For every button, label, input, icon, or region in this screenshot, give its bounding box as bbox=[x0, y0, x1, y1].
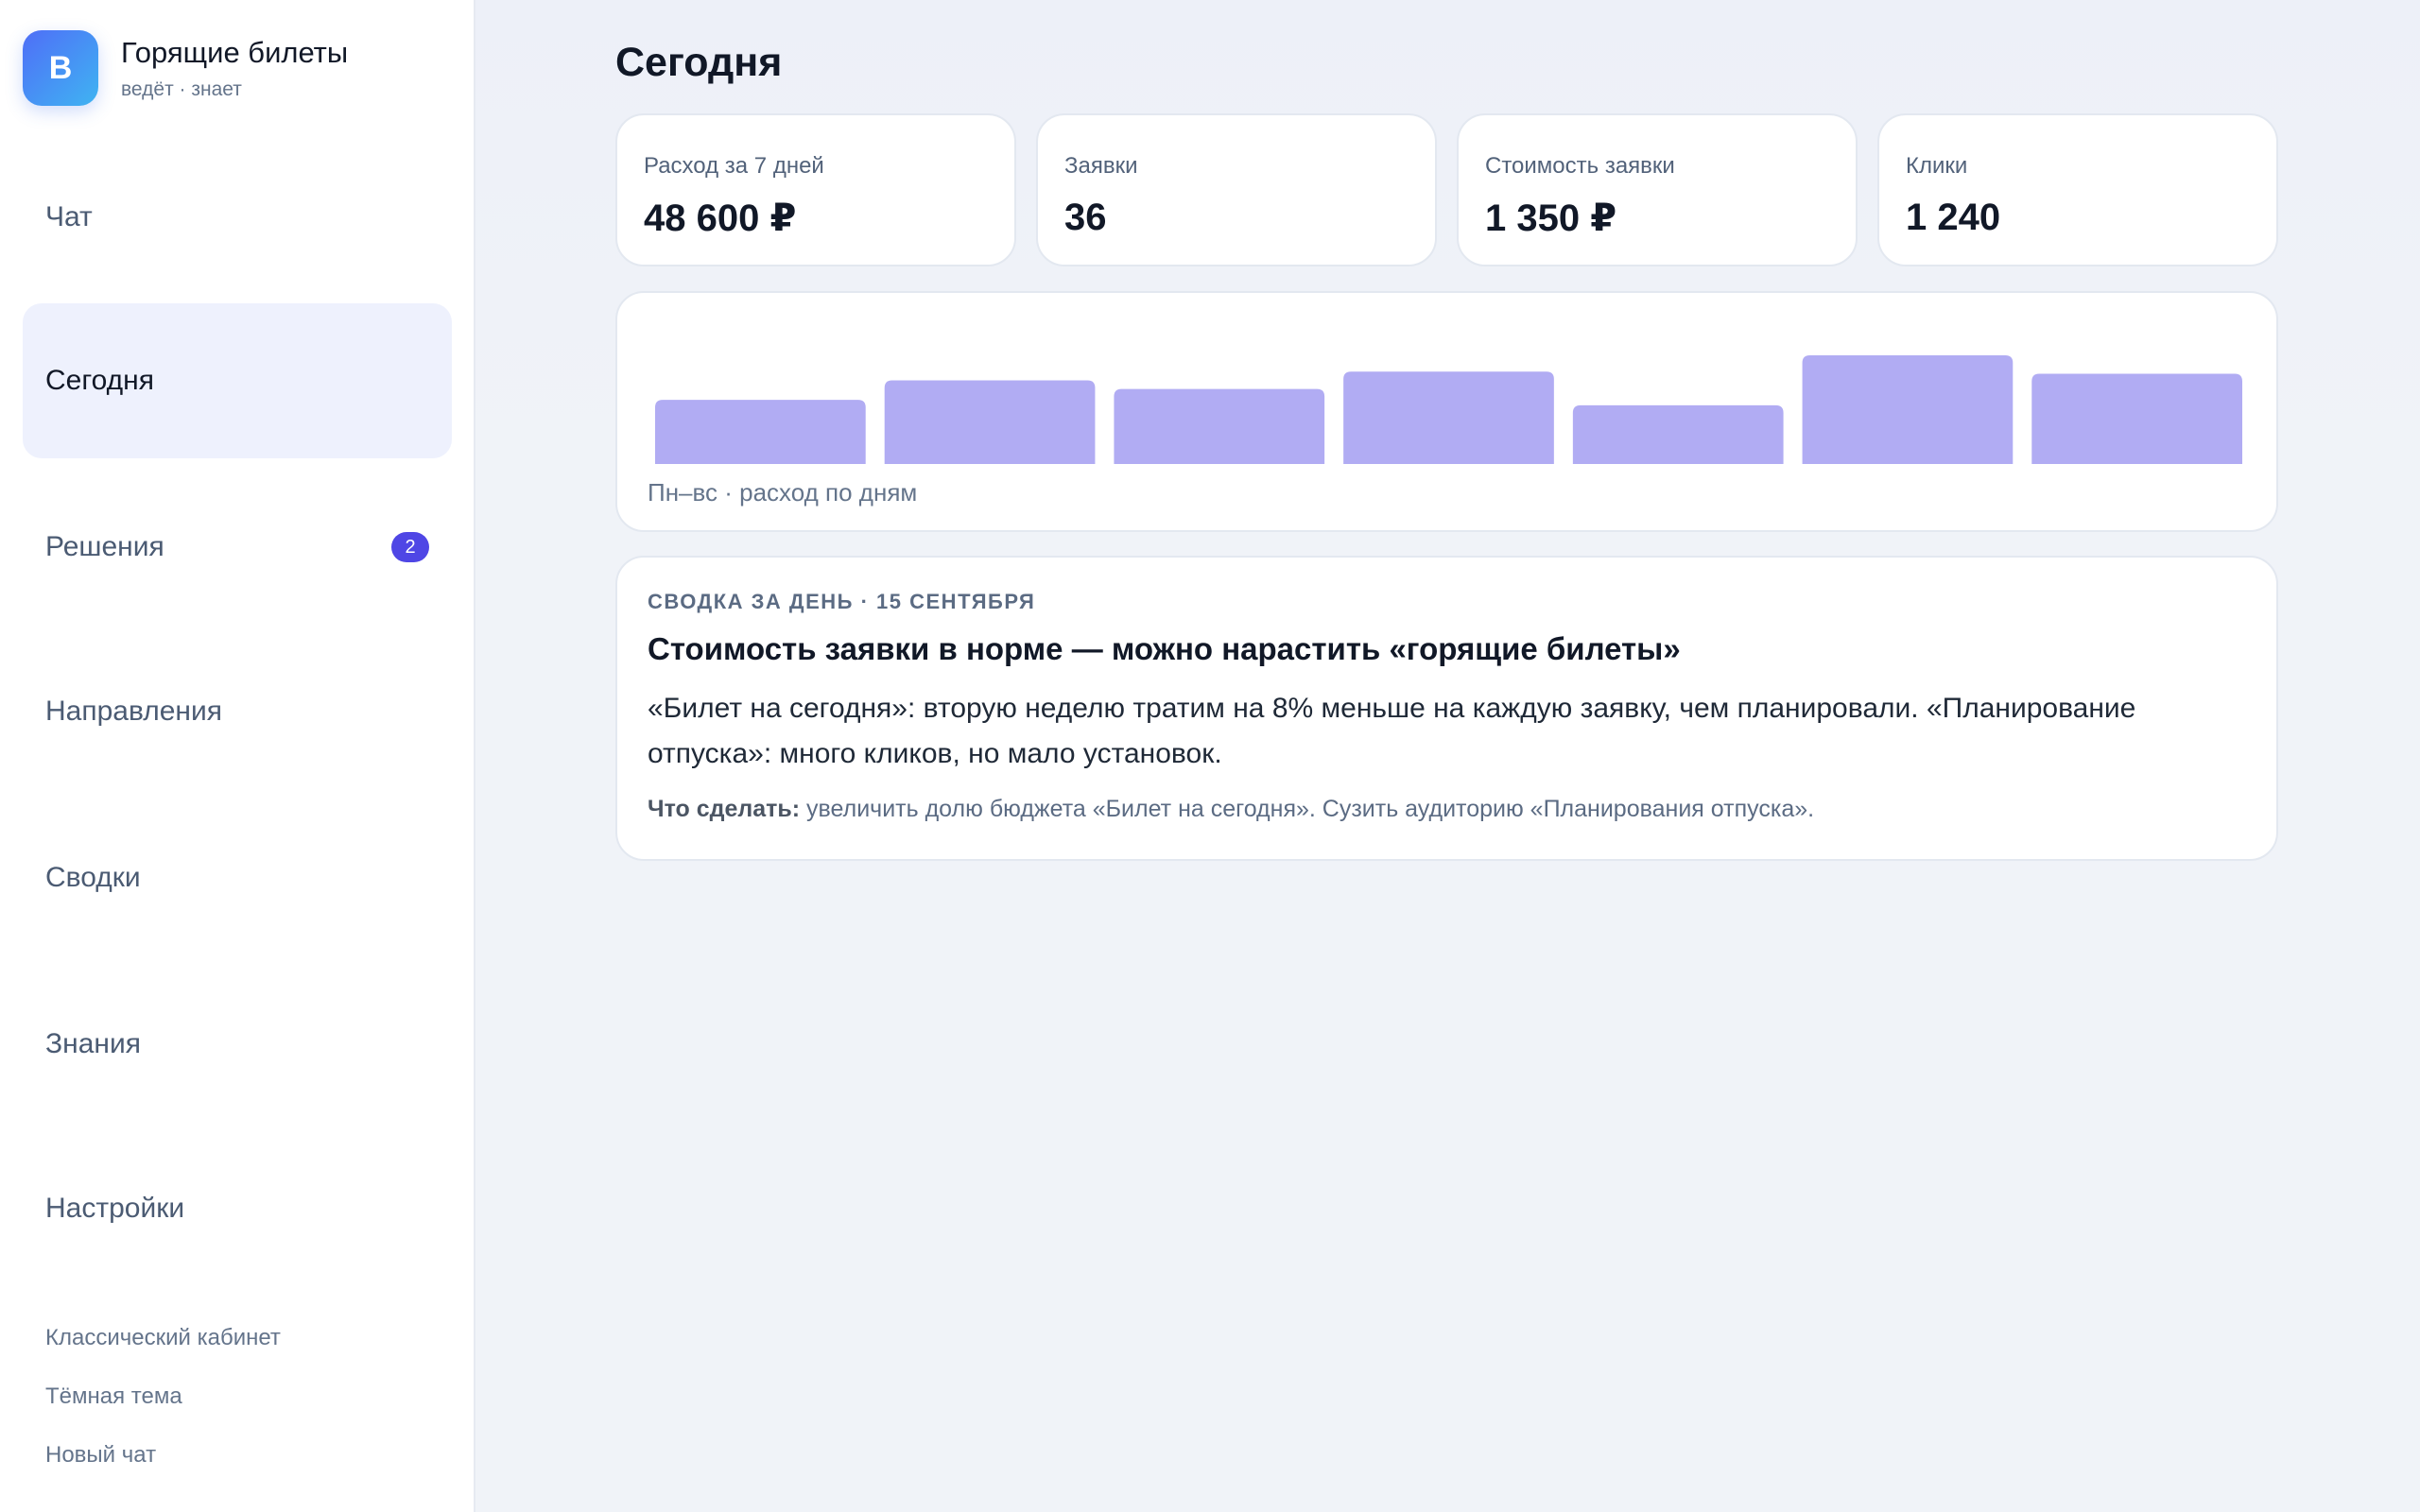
nav-item-settings[interactable]: Настройки bbox=[23, 1131, 452, 1286]
kpi-label: Заявки bbox=[1064, 153, 1138, 179]
nav-item-label: Знания bbox=[45, 1028, 141, 1059]
summary-action-label: Что сделать: bbox=[648, 796, 801, 822]
brand: B Горящие билеты ведёт · знает bbox=[23, 30, 348, 106]
nav-item-summaries[interactable]: Сводки bbox=[23, 800, 452, 955]
chart-bar bbox=[1343, 371, 1554, 464]
kpi-card-spend: Расход за 7 дней 48 600 ₽ bbox=[615, 113, 1016, 266]
summary-title: Стоимость заявки в норме — можно нарасти… bbox=[648, 631, 1681, 666]
kpi-card-clicks: Клики 1 240 bbox=[1877, 113, 2278, 266]
dark-theme-toggle[interactable]: Тёмная тема bbox=[45, 1383, 182, 1410]
nav-item-label: Решения bbox=[45, 531, 164, 562]
kpi-value: 1 240 bbox=[1906, 197, 2001, 238]
kpi-label: Клики bbox=[1906, 153, 1968, 179]
daily-summary-card: СВОДКА ЗА ДЕНЬ · 15 СЕНТЯБРЯ Стоимость з… bbox=[615, 556, 2278, 861]
summary-kicker: СВОДКА ЗА ДЕНЬ · 15 СЕНТЯБРЯ bbox=[648, 590, 1036, 613]
kpi-value: 36 bbox=[1064, 197, 1107, 238]
brand-subtitle: ведёт · знает bbox=[121, 77, 242, 100]
nav-item-label: Сводки bbox=[45, 862, 141, 893]
brand-title: Горящие билеты bbox=[121, 36, 349, 70]
kpi-value: 48 600 ₽ bbox=[644, 198, 797, 239]
kpi-card-cost-per-lead: Стоимость заявки 1 350 ₽ bbox=[1457, 113, 1858, 266]
chart-bar bbox=[1802, 355, 2014, 464]
main-content: Сегодня Расход за 7 дней 48 600 ₽ Заявки… bbox=[475, 0, 2420, 1512]
kpi-value: 1 350 ₽ bbox=[1485, 198, 1617, 239]
nav-item-label: Чат bbox=[45, 201, 93, 232]
kpi-card-leads: Заявки 36 bbox=[1036, 113, 1437, 266]
summary-action-text: увеличить долю бюджета «Билет на сегодня… bbox=[800, 796, 1815, 822]
nav-item-label: Направления bbox=[45, 696, 222, 727]
nav-item-label: Настройки bbox=[45, 1193, 185, 1224]
decisions-count-badge: 2 bbox=[391, 532, 429, 562]
nav-item-knowledge[interactable]: Знания bbox=[23, 967, 452, 1122]
chart-bar bbox=[1114, 388, 1325, 464]
brand-logo: B bbox=[23, 30, 98, 106]
classic-cabinet-link[interactable]: Классический кабинет bbox=[45, 1325, 281, 1351]
chart-caption: Пн–вс · расход по дням bbox=[648, 478, 918, 507]
summary-action: Что сделать: увеличить долю бюджета «Бил… bbox=[648, 796, 2246, 823]
new-chat-link[interactable]: Новый чат bbox=[45, 1442, 156, 1469]
nav-item-directions[interactable]: Направления bbox=[23, 634, 452, 789]
summary-body: «Билет на сегодня»: вторую неделю тратим… bbox=[648, 693, 2136, 769]
page-title: Сегодня bbox=[615, 40, 783, 85]
nav-item-chat[interactable]: Чат bbox=[23, 140, 452, 295]
nav-item-today[interactable]: Сегодня bbox=[23, 303, 452, 458]
sidebar: B Горящие билеты ведёт · знает Чат Сегод… bbox=[0, 0, 475, 1512]
chart-bar bbox=[1572, 404, 1784, 464]
nav-item-label: Сегодня bbox=[45, 365, 154, 396]
kpi-label: Расход за 7 дней bbox=[644, 153, 824, 179]
spend-chart-card: Пн–вс · расход по дням bbox=[615, 291, 2278, 532]
kpi-label: Стоимость заявки bbox=[1485, 153, 1675, 179]
chart-bar bbox=[655, 400, 866, 464]
chart-bar bbox=[2031, 373, 2242, 464]
nav-item-decisions[interactable]: Решения 2 bbox=[23, 470, 452, 625]
chart-bar bbox=[884, 380, 1096, 464]
